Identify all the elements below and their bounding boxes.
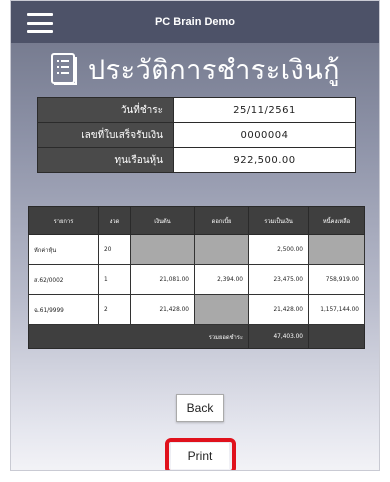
info-row: ทุนเรือนหุ้น 922,500.00 — [37, 147, 356, 173]
info-value: 25/11/2561 — [173, 97, 356, 123]
cell-interest — [194, 294, 249, 325]
cell-total: 21,428.00 — [248, 294, 309, 325]
table-header-row: รายการ งวด เงินต้น ดอกเบี้ย รวมเป็นเงิน … — [28, 206, 365, 235]
info-label: เลขที่ใบเสร็จรับเงิน — [37, 122, 174, 148]
column-header: งวด — [98, 206, 131, 235]
cell-interest — [194, 234, 249, 265]
table-row: ฉ.61/9999 2 21,428.00 21,428.00 1,157,14… — [28, 294, 365, 325]
cell-balance — [308, 234, 365, 265]
info-label: วันที่ชำระ — [37, 97, 174, 123]
column-header: รายการ — [28, 206, 99, 235]
info-value: 922,500.00 — [173, 147, 356, 173]
column-header: รวมเป็นเงิน — [248, 206, 309, 235]
hamburger-menu-icon[interactable] — [27, 13, 53, 33]
column-header: เงินต้น — [130, 206, 195, 235]
cell-period: 20 — [98, 234, 131, 265]
info-row: เลขที่ใบเสร็จรับเงิน 0000004 — [37, 122, 356, 148]
total-row: รวมยอดชำระ 47,403.00 — [28, 324, 365, 349]
payment-detail-table: รายการ งวด เงินต้น ดอกเบี้ย รวมเป็นเงิน … — [28, 206, 365, 349]
cell-total: 23,475.00 — [248, 264, 309, 295]
back-button[interactable]: Back — [176, 394, 224, 422]
cell-principal: 21,081.00 — [130, 264, 195, 295]
page-title: ประวัติการชำระเงินกู้ — [87, 54, 341, 86]
cell-period: 1 — [98, 264, 131, 295]
payment-info-table: วันที่ชำระ 25/11/2561 เลขที่ใบเสร็จรับเง… — [37, 97, 356, 173]
total-blank — [308, 324, 365, 349]
info-value: 0000004 — [173, 122, 356, 148]
page-heading: ประวัติการชำระเงินกู้ — [11, 45, 379, 93]
top-bar: PC Brain Demo — [11, 1, 379, 43]
column-header: ดอกเบี้ย — [194, 206, 249, 235]
print-button[interactable]: Print — [171, 443, 229, 469]
total-value: 47,403.00 — [248, 324, 309, 349]
cell-balance: 758,919.00 — [308, 264, 365, 295]
info-row: วันที่ชำระ 25/11/2561 — [37, 97, 356, 123]
cell-balance: 1,157,144.00 — [308, 294, 365, 325]
document-list-icon — [50, 53, 77, 85]
cell-principal: 21,428.00 — [130, 294, 195, 325]
table-row: ส.62/0002 1 21,081.00 2,394.00 23,475.00… — [28, 264, 365, 295]
cell-item: ฉ.61/9999 — [28, 294, 99, 325]
cell-period: 2 — [98, 294, 131, 325]
cell-item: ส.62/0002 — [28, 264, 99, 295]
info-label: ทุนเรือนหุ้น — [37, 147, 174, 173]
cell-interest: 2,394.00 — [194, 264, 249, 295]
total-label: รวมยอดชำระ — [28, 324, 249, 349]
cell-principal — [130, 234, 195, 265]
column-header: หนี้คงเหลือ — [308, 206, 365, 235]
table-row: หักค่าหุ้น 20 2,500.00 — [28, 234, 365, 265]
cell-total: 2,500.00 — [248, 234, 309, 265]
cell-item: หักค่าหุ้น — [28, 234, 99, 265]
app-title: PC Brain Demo — [154, 16, 236, 28]
app-screen: PC Brain Demo ประวัติการชำระเงินกู้ วันท… — [10, 0, 380, 471]
